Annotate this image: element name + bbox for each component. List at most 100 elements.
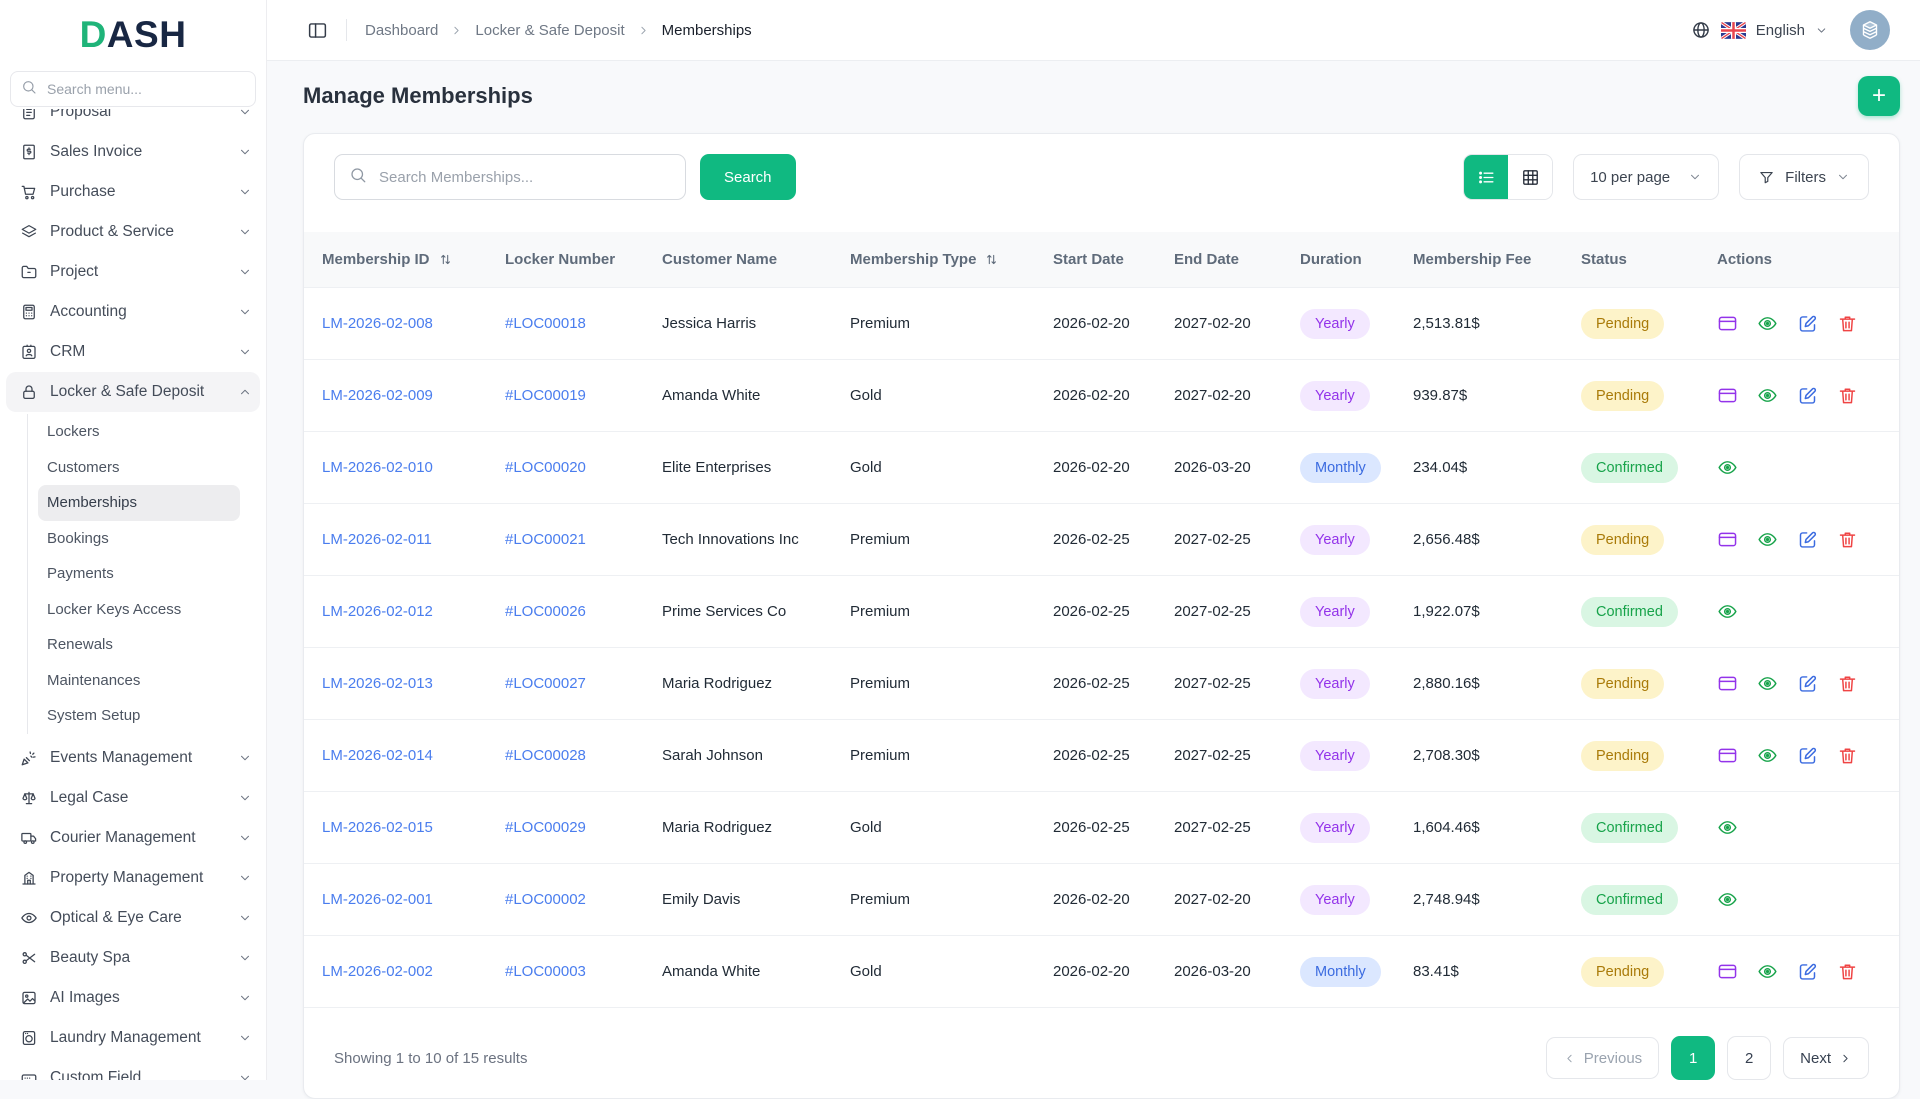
delete-trash-icon[interactable] bbox=[1837, 673, 1858, 694]
payment-card-icon[interactable] bbox=[1717, 673, 1738, 694]
delete-trash-icon[interactable] bbox=[1837, 313, 1858, 334]
edit-icon[interactable] bbox=[1797, 961, 1818, 982]
sidebar-item-property-management[interactable]: Property Management bbox=[6, 858, 260, 898]
previous-page-button[interactable]: Previous bbox=[1546, 1037, 1659, 1079]
page-1-button[interactable]: 1 bbox=[1671, 1036, 1715, 1080]
membership-id-link[interactable]: LM-2026-02-008 bbox=[322, 315, 433, 332]
membership-id-link[interactable]: LM-2026-02-013 bbox=[322, 675, 433, 692]
sidebar-subitem-renewals[interactable]: Renewals bbox=[38, 627, 240, 663]
membership-id-link[interactable]: LM-2026-02-009 bbox=[322, 387, 433, 404]
sidebar-item-optical-and-eye-care[interactable]: Optical & Eye Care bbox=[6, 898, 260, 938]
edit-icon[interactable] bbox=[1797, 529, 1818, 550]
sidebar-subitem-payments[interactable]: Payments bbox=[38, 556, 240, 592]
sidebar-item-legal-case[interactable]: Legal Case bbox=[6, 778, 260, 818]
sidebar-subitem-bookings[interactable]: Bookings bbox=[38, 521, 240, 557]
page-2-button[interactable]: 2 bbox=[1727, 1036, 1771, 1080]
sidebar-subitem-system-setup[interactable]: System Setup bbox=[38, 698, 240, 734]
next-page-button[interactable]: Next bbox=[1783, 1037, 1869, 1079]
search-button[interactable]: Search bbox=[700, 154, 796, 200]
locker-number-link[interactable]: #LOC00028 bbox=[505, 747, 586, 764]
edit-icon[interactable] bbox=[1797, 313, 1818, 334]
sort-icon[interactable] bbox=[984, 252, 999, 267]
breadcrumb-item-memberships[interactable]: Memberships bbox=[662, 22, 752, 39]
membership-id-link[interactable]: LM-2026-02-015 bbox=[322, 819, 433, 836]
view-eye-icon[interactable] bbox=[1717, 457, 1738, 478]
locker-number-link[interactable]: #LOC00002 bbox=[505, 891, 586, 908]
edit-icon[interactable] bbox=[1797, 673, 1818, 694]
membership-id-link[interactable]: LM-2026-02-001 bbox=[322, 891, 433, 908]
view-eye-icon[interactable] bbox=[1717, 601, 1738, 622]
membership-id-link[interactable]: LM-2026-02-010 bbox=[322, 459, 433, 476]
sidebar-item-crm[interactable]: CRM bbox=[6, 332, 260, 372]
view-eye-icon[interactable] bbox=[1757, 385, 1778, 406]
view-eye-icon[interactable] bbox=[1757, 529, 1778, 550]
view-eye-icon[interactable] bbox=[1757, 961, 1778, 982]
sort-icon[interactable] bbox=[438, 252, 453, 267]
sidebar-item-sales-invoice[interactable]: Sales Invoice bbox=[6, 132, 260, 172]
sidebar-item-events-management[interactable]: Events Management bbox=[6, 738, 260, 778]
locker-number-link[interactable]: #LOC00020 bbox=[505, 459, 586, 476]
sidebar-item-project[interactable]: Project bbox=[6, 252, 260, 292]
filters-button[interactable]: Filters bbox=[1739, 154, 1869, 200]
delete-trash-icon[interactable] bbox=[1837, 385, 1858, 406]
view-eye-icon[interactable] bbox=[1717, 889, 1738, 910]
sidebar-subitem-customers[interactable]: Customers bbox=[38, 450, 240, 486]
membership-id-link[interactable]: LM-2026-02-002 bbox=[322, 963, 433, 980]
sidebar-item-ai-images[interactable]: AI Images bbox=[6, 978, 260, 1018]
locker-number-link[interactable]: #LOC00029 bbox=[505, 819, 586, 836]
language-selector[interactable]: English bbox=[1756, 22, 1805, 39]
sidebar-subitem-lockers[interactable]: Lockers bbox=[38, 414, 240, 450]
payment-card-icon[interactable] bbox=[1717, 529, 1738, 550]
payment-card-icon[interactable] bbox=[1717, 961, 1738, 982]
globe-icon[interactable] bbox=[1691, 20, 1711, 40]
membership-id-link[interactable]: LM-2026-02-012 bbox=[322, 603, 433, 620]
view-eye-icon[interactable] bbox=[1757, 745, 1778, 766]
delete-trash-icon[interactable] bbox=[1837, 961, 1858, 982]
sidebar-toggle-icon[interactable] bbox=[307, 20, 328, 41]
locker-number-link[interactable]: #LOC00019 bbox=[505, 387, 586, 404]
sidebar-item-purchase[interactable]: Purchase bbox=[6, 172, 260, 212]
locker-number-link[interactable]: #LOC00027 bbox=[505, 675, 586, 692]
table-header-row: Membership IDLocker NumberCustomer NameM… bbox=[304, 232, 1899, 288]
locker-number-link[interactable]: #LOC00018 bbox=[505, 315, 586, 332]
membership-id-link[interactable]: LM-2026-02-011 bbox=[322, 531, 432, 548]
view-eye-icon[interactable] bbox=[1717, 817, 1738, 838]
sidebar-search-input[interactable] bbox=[45, 80, 245, 98]
payment-card-icon[interactable] bbox=[1717, 313, 1738, 334]
sidebar-item-beauty-spa[interactable]: Beauty Spa bbox=[6, 938, 260, 978]
payment-card-icon[interactable] bbox=[1717, 385, 1738, 406]
locker-number-link[interactable]: #LOC00026 bbox=[505, 603, 586, 620]
delete-trash-icon[interactable] bbox=[1837, 529, 1858, 550]
sidebar-item-custom-field[interactable]: Custom Field bbox=[6, 1058, 260, 1081]
per-page-select[interactable]: 10 per page bbox=[1573, 154, 1719, 200]
avatar[interactable] bbox=[1850, 10, 1890, 50]
breadcrumb-item-locker-and-safe-deposit[interactable]: Locker & Safe Deposit bbox=[475, 22, 624, 39]
sidebar-item-courier-management[interactable]: Courier Management bbox=[6, 818, 260, 858]
memberships-search-input[interactable] bbox=[377, 168, 671, 187]
locker-number-link[interactable]: #LOC00021 bbox=[505, 531, 586, 548]
view-eye-icon[interactable] bbox=[1757, 313, 1778, 334]
edit-icon[interactable] bbox=[1797, 385, 1818, 406]
locker-number-link[interactable]: #LOC00003 bbox=[505, 963, 586, 980]
view-eye-icon[interactable] bbox=[1757, 673, 1778, 694]
column-membership-type[interactable]: Membership Type bbox=[832, 232, 1035, 288]
payment-card-icon[interactable] bbox=[1717, 745, 1738, 766]
sidebar-item-product-and-service[interactable]: Product & Service bbox=[6, 212, 260, 252]
sidebar-subitem-maintenances[interactable]: Maintenances bbox=[38, 663, 240, 699]
sidebar-item-accounting[interactable]: Accounting bbox=[6, 292, 260, 332]
column-membership-id[interactable]: Membership ID bbox=[304, 232, 487, 288]
membership-id-link[interactable]: LM-2026-02-014 bbox=[322, 747, 433, 764]
list-view-button[interactable] bbox=[1464, 155, 1508, 199]
add-membership-button[interactable]: + bbox=[1858, 76, 1900, 116]
memberships-search-box[interactable] bbox=[334, 154, 686, 200]
edit-icon[interactable] bbox=[1797, 745, 1818, 766]
breadcrumb-item-dashboard[interactable]: Dashboard bbox=[365, 22, 438, 39]
sidebar-item-proposal[interactable]: Proposal bbox=[6, 109, 260, 132]
sidebar-search[interactable] bbox=[10, 71, 256, 107]
sidebar-item-locker-and-safe-deposit[interactable]: Locker & Safe Deposit bbox=[6, 372, 260, 412]
sidebar-item-laundry-management[interactable]: Laundry Management bbox=[6, 1018, 260, 1058]
delete-trash-icon[interactable] bbox=[1837, 745, 1858, 766]
sidebar-subitem-memberships[interactable]: Memberships bbox=[38, 485, 240, 521]
grid-view-button[interactable] bbox=[1508, 155, 1552, 199]
sidebar-subitem-locker-keys-access[interactable]: Locker Keys Access bbox=[38, 592, 240, 628]
